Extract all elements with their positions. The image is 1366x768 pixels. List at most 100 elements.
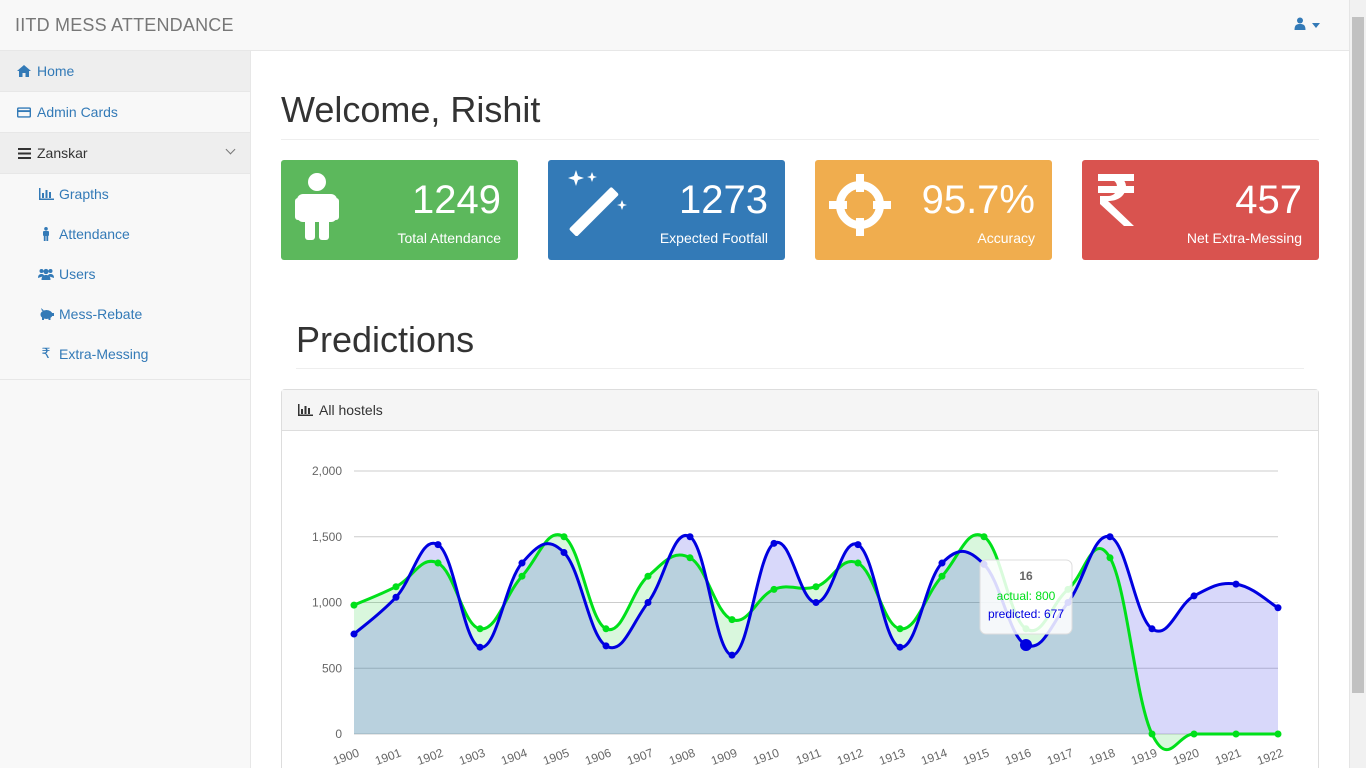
data-point — [1106, 554, 1114, 562]
sidebar-item-label: Admin Cards — [37, 104, 118, 120]
page-title: Welcome, Rishit — [281, 89, 541, 130]
predictions-chart[interactable]: 0 500 1,000 1,500 2,000 1900 1901 1902 1903 1904 1… — [282, 432, 1318, 768]
data-point — [644, 599, 652, 606]
x-tick-label: 1906 — [583, 746, 613, 768]
sidebar-item-attendance[interactable]: Attendance — [0, 214, 250, 254]
data-point — [644, 572, 652, 580]
data-point — [854, 559, 862, 567]
chart-panel: All hostels 0 500 1,000 1,500 2,000 1900 1901 1… — [281, 389, 1319, 768]
x-tick-label: 1911 — [794, 746, 823, 768]
x-tick-label: 1901 — [373, 746, 403, 768]
data-point — [1020, 638, 1032, 651]
user-menu-dropdown[interactable] — [1294, 17, 1320, 33]
crosshairs-icon — [829, 174, 891, 239]
data-point — [1274, 604, 1282, 612]
data-point — [770, 539, 778, 547]
rupee-icon: ₹ — [41, 346, 51, 362]
sidebar-item-home[interactable]: Home — [0, 51, 250, 92]
sidebar-item-label: Attendance — [59, 226, 130, 242]
x-tick-label: 1917 — [1045, 746, 1075, 768]
magic-wand-icon — [568, 170, 630, 239]
y-tick-label: 0 — [335, 727, 342, 741]
stat-label: Total Attendance — [397, 230, 501, 246]
data-point — [392, 593, 400, 601]
panel-title: All hostels — [319, 402, 383, 418]
data-point — [518, 559, 526, 567]
data-point — [980, 533, 988, 541]
data-point — [476, 625, 484, 633]
sidebar-item-grapths[interactable]: Grapths — [0, 174, 250, 214]
x-tick-label: 1910 — [751, 746, 781, 768]
data-point — [686, 533, 694, 541]
stat-card-net-extra-messing[interactable]: 457 Net Extra-Messing — [1082, 160, 1319, 260]
data-point — [518, 572, 526, 580]
users-icon — [38, 268, 54, 280]
sidebar-item-admin-cards[interactable]: Admin Cards — [0, 92, 250, 133]
data-point — [854, 541, 862, 549]
male-icon — [38, 227, 54, 241]
stat-label: Expected Footfall — [659, 230, 768, 246]
tooltip-title: 16 — [1019, 569, 1033, 583]
sidebar-item-mess-rebate[interactable]: Mess-Rebate — [0, 294, 250, 334]
data-point — [938, 559, 946, 567]
x-tick-label: 1918 — [1087, 746, 1117, 768]
home-icon — [17, 65, 31, 77]
x-tick-label: 1907 — [625, 746, 655, 768]
bars-icon — [17, 147, 31, 159]
stat-card-total-attendance[interactable]: 1249 Total Attendance — [281, 160, 518, 260]
credit-card-icon — [17, 106, 31, 118]
chevron-down-icon — [225, 144, 236, 155]
data-point — [1274, 730, 1282, 738]
data-point — [602, 625, 610, 633]
data-point — [1190, 730, 1198, 738]
data-point — [560, 549, 568, 557]
x-tick-label: 1908 — [667, 746, 697, 768]
zanskar-submenu: Grapths Attendance Users Mess-Rebate ₹ E… — [0, 174, 250, 380]
x-tick-label: 1922 — [1255, 746, 1285, 768]
data-point — [812, 599, 820, 606]
data-point — [896, 643, 904, 651]
sidebar: Home Admin Cards Zanskar Grapths Attenda… — [0, 51, 251, 768]
sidebar-item-users[interactable]: Users — [0, 254, 250, 294]
sidebar-item-extra-messing[interactable]: ₹ Extra-Messing — [0, 334, 250, 374]
divider — [296, 368, 1304, 369]
data-point — [1190, 592, 1198, 600]
chevron-down-icon — [1312, 22, 1320, 28]
x-tick-label: 1905 — [541, 746, 571, 768]
app-brand[interactable]: IITD MESS ATTENDANCE — [15, 15, 234, 36]
male-icon — [295, 172, 339, 245]
tooltip-predicted: predicted: 677 — [988, 607, 1064, 621]
panel-heading: All hostels — [282, 390, 1318, 431]
x-tick-label: 1909 — [709, 746, 739, 768]
data-point — [350, 630, 358, 638]
rupee-icon — [1096, 168, 1136, 233]
data-point — [434, 541, 442, 549]
x-tick-label: 1913 — [877, 746, 907, 768]
user-icon — [1294, 17, 1306, 33]
sidebar-item-label: Grapths — [59, 186, 109, 202]
x-tick-label: 1912 — [835, 746, 865, 768]
data-point — [1106, 533, 1114, 541]
x-tick-label: 1920 — [1171, 746, 1201, 768]
data-point — [728, 651, 736, 659]
stat-card-expected-footfall[interactable]: 1273 Expected Footfall — [548, 160, 785, 260]
x-tick-label: 1915 — [961, 746, 991, 768]
predictions-heading: Predictions — [296, 319, 475, 360]
sidebar-item-label: Extra-Messing — [59, 346, 149, 362]
data-point — [812, 583, 820, 591]
stat-value: 1249 — [412, 178, 501, 222]
scrollbar-thumb[interactable] — [1352, 17, 1364, 693]
data-point — [728, 616, 736, 624]
bar-chart-icon — [38, 188, 54, 200]
data-point — [350, 601, 358, 609]
main-content: Welcome, Rishit 1249 Total Attendance 12… — [251, 51, 1350, 768]
stat-label: Accuracy — [977, 230, 1035, 246]
x-tick-label: 1903 — [457, 746, 487, 768]
y-tick-label: 1,000 — [312, 596, 342, 610]
stat-card-accuracy[interactable]: 95.7% Accuracy — [815, 160, 1052, 260]
sidebar-item-zanskar[interactable]: Zanskar — [0, 133, 250, 174]
data-point — [560, 533, 568, 541]
sidebar-item-label: Users — [59, 266, 96, 282]
vertical-scrollbar[interactable] — [1349, 0, 1366, 768]
stat-label: Net Extra-Messing — [1186, 230, 1302, 246]
